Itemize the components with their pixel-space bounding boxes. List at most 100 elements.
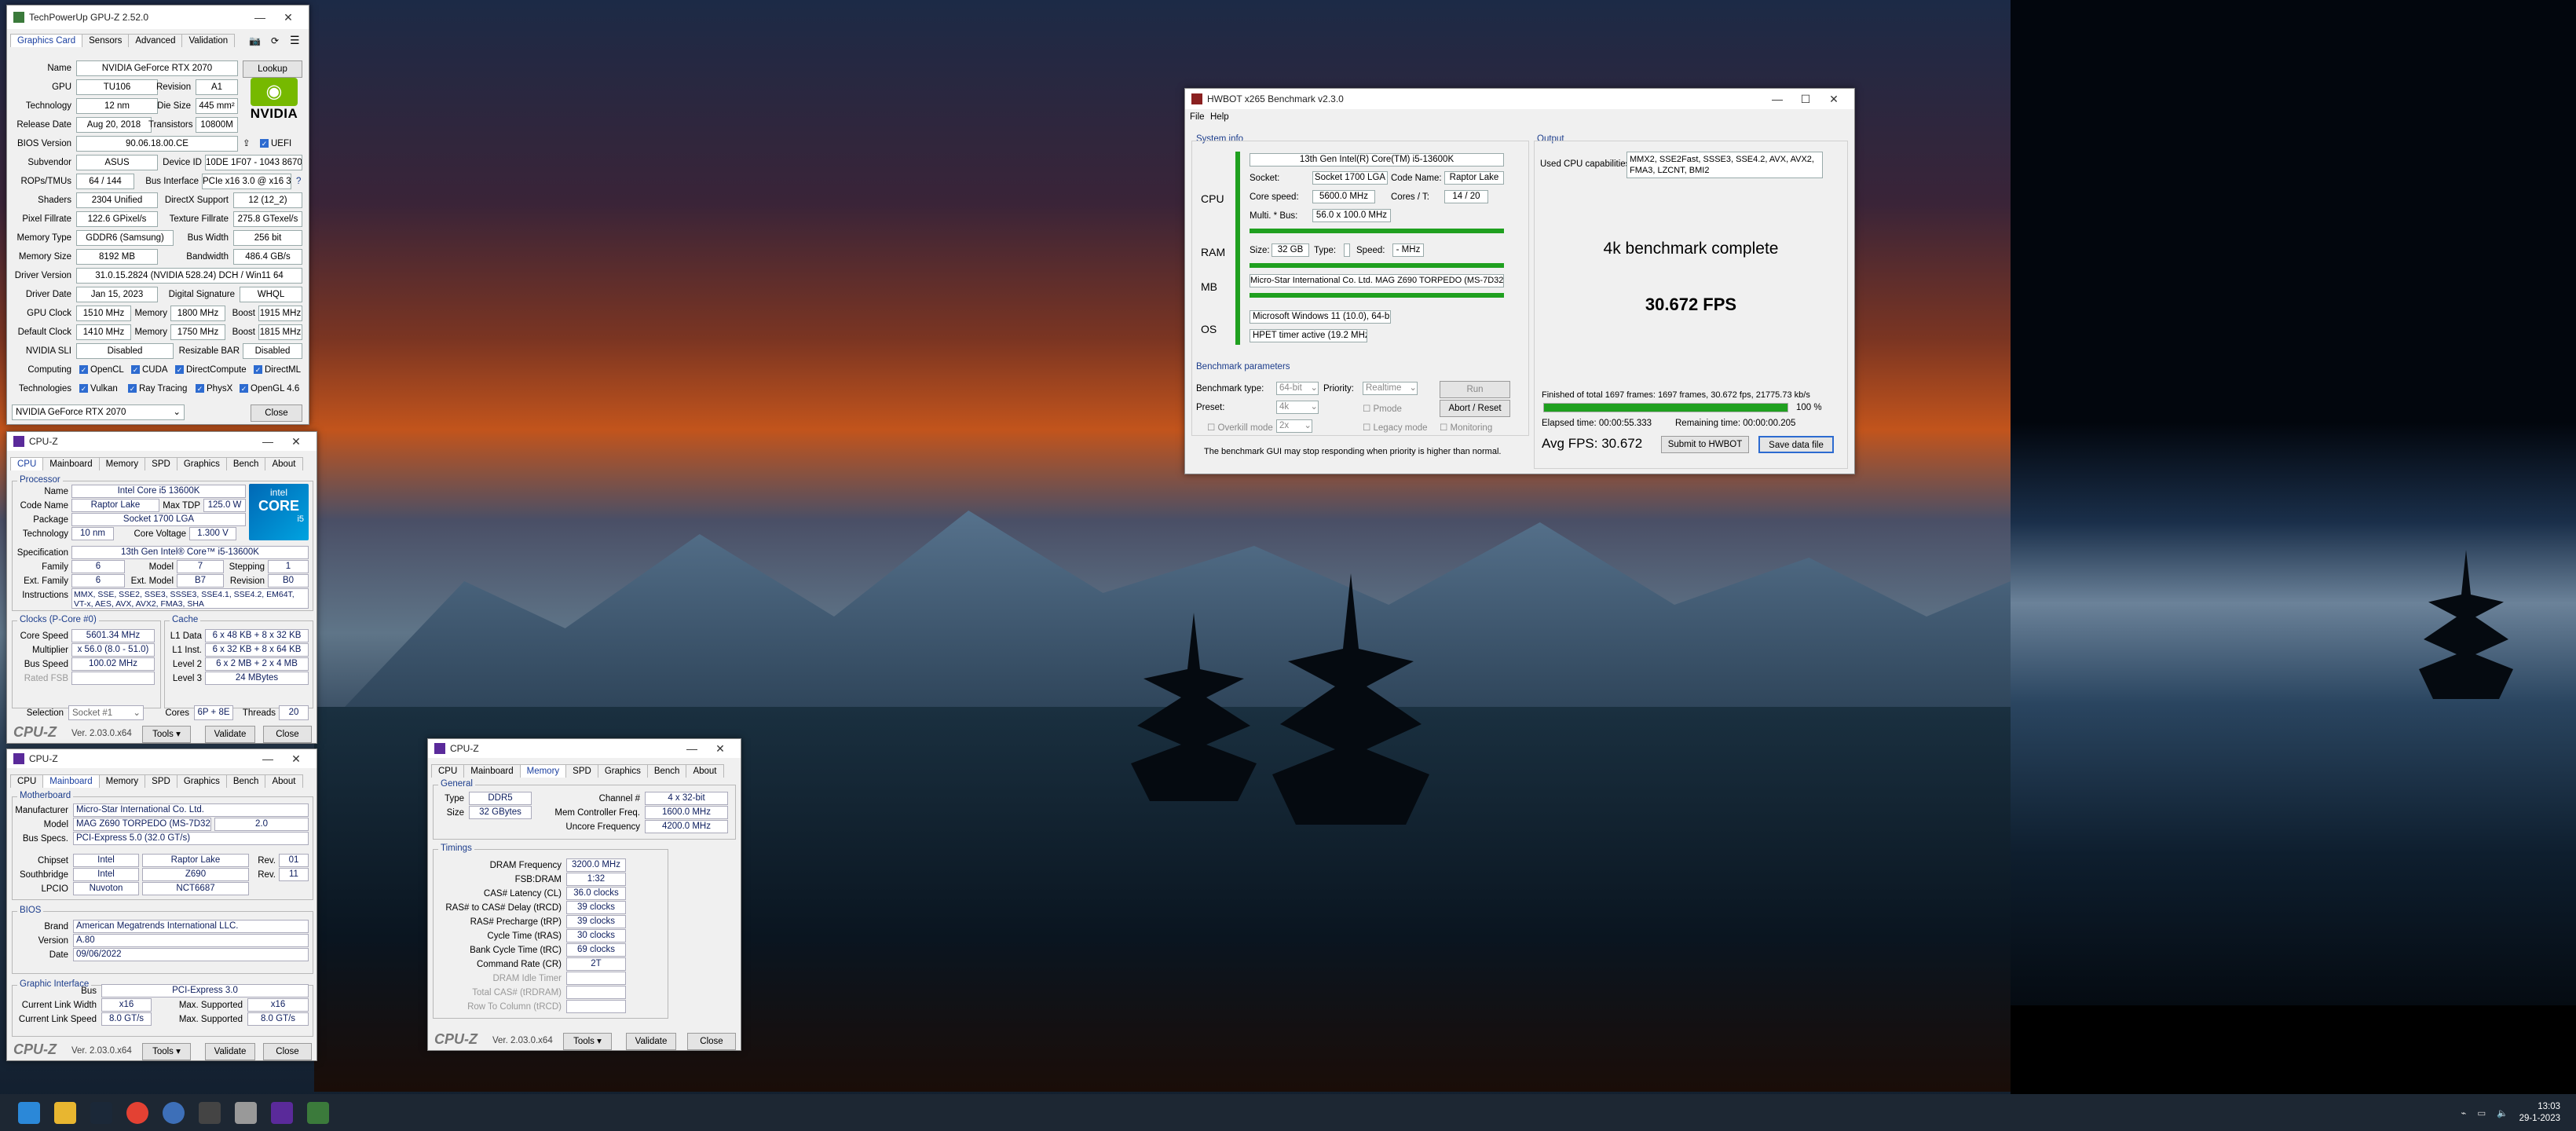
menu-help[interactable]: Help bbox=[1210, 112, 1229, 122]
gpuz-close-button[interactable]: Close bbox=[251, 404, 302, 422]
cpuz-taskbar-icon[interactable] bbox=[271, 1101, 293, 1124]
version-label: Ver. 2.03.0.x64 bbox=[71, 729, 132, 738]
share-icon[interactable]: ⇪ bbox=[243, 137, 251, 148]
cpuz-title: CPU-Z bbox=[29, 753, 58, 764]
link-width-field: x16 bbox=[101, 998, 152, 1012]
camera-icon[interactable]: 📷 bbox=[249, 35, 261, 46]
tab-spd[interactable]: SPD bbox=[145, 457, 177, 470]
tab-memory[interactable]: Memory bbox=[98, 457, 146, 470]
cpu-name-field: 13th Gen Intel(R) Core(TM) i5-13600K bbox=[1250, 153, 1504, 167]
preset-select[interactable]: 4k ⌄ bbox=[1276, 401, 1319, 414]
close-icon[interactable]: ✕ bbox=[274, 11, 302, 24]
tab-graphics[interactable]: Graphics bbox=[176, 457, 227, 470]
tools-button[interactable]: Tools ▾ bbox=[142, 726, 191, 743]
close-button[interactable]: Close bbox=[263, 1043, 312, 1060]
socket-select-dropdown[interactable]: Socket #1 ⌄ bbox=[68, 705, 144, 720]
tab-bench[interactable]: Bench bbox=[225, 774, 266, 788]
network-icon[interactable]: ⌁ bbox=[2461, 1107, 2466, 1118]
tab-memory[interactable]: Memory bbox=[519, 764, 567, 778]
file-explorer-icon[interactable] bbox=[54, 1101, 76, 1124]
cpuz-titlebar[interactable]: CPU-Z — ✕ bbox=[428, 739, 741, 758]
driver-date-field: Jan 15, 2023 bbox=[76, 287, 158, 302]
bus-width-field: 256 bit bbox=[233, 230, 302, 246]
steam-icon[interactable] bbox=[90, 1101, 112, 1124]
clock[interactable]: 13:03 29-1-2023 bbox=[2519, 1101, 2560, 1125]
tab-mainboard[interactable]: Mainboard bbox=[42, 457, 100, 470]
submit-to-hwbot-button[interactable]: Submit to HWBOT bbox=[1661, 436, 1749, 453]
tab-sensors[interactable]: Sensors bbox=[82, 34, 130, 47]
app-icon[interactable] bbox=[235, 1101, 257, 1124]
refresh-icon[interactable]: ⟳ bbox=[271, 35, 279, 46]
cpuz-titlebar[interactable]: CPU-Z — ✕ bbox=[7, 432, 317, 451]
tab-about[interactable]: About bbox=[265, 774, 303, 788]
tab-advanced[interactable]: Advanced bbox=[128, 34, 183, 47]
app-icon[interactable] bbox=[199, 1101, 221, 1124]
tools-button[interactable]: Tools ▾ bbox=[142, 1043, 191, 1060]
menu-icon[interactable]: ☰ bbox=[290, 34, 300, 47]
lookup-button[interactable]: Lookup bbox=[243, 60, 302, 78]
pmode-label: Pmode bbox=[1373, 404, 1402, 414]
display-icon[interactable]: ▭ bbox=[2477, 1107, 2486, 1118]
tab-spd[interactable]: SPD bbox=[145, 774, 177, 788]
legacy-mode-checkbox[interactable]: ☐ Legacy mode bbox=[1363, 422, 1428, 433]
tab-bench[interactable]: Bench bbox=[646, 764, 687, 778]
cpuz-memory-window: CPU-Z — ✕ CPU Mainboard Memory SPD Graph… bbox=[427, 738, 741, 1051]
overkill-mode-checkbox[interactable]: ☐ Overkill mode bbox=[1207, 422, 1273, 433]
tab-validation[interactable]: Validation bbox=[181, 34, 236, 47]
run-button[interactable]: Run bbox=[1440, 381, 1510, 398]
monitoring-checkbox[interactable]: ☐ Monitoring bbox=[1440, 422, 1492, 433]
tab-cpu[interactable]: CPU bbox=[10, 457, 44, 470]
tab-graphics-card[interactable]: Graphics Card bbox=[10, 34, 83, 47]
rops-field: 64 / 144 bbox=[76, 174, 134, 189]
tab-graphics[interactable]: Graphics bbox=[176, 774, 227, 788]
menu-file[interactable]: File bbox=[1190, 112, 1205, 122]
app-icon[interactable] bbox=[163, 1101, 185, 1124]
minimize-button[interactable]: — bbox=[254, 435, 282, 448]
close-icon[interactable]: ✕ bbox=[282, 435, 310, 448]
priority-select[interactable]: Realtime ⌄ bbox=[1363, 382, 1418, 395]
pmode-checkbox[interactable]: ☐ Pmode bbox=[1363, 403, 1402, 414]
windows-start-icon[interactable] bbox=[18, 1101, 40, 1124]
bus-help-button[interactable]: ? bbox=[296, 177, 301, 186]
validate-button[interactable]: Validate bbox=[205, 726, 255, 743]
tab-mainboard[interactable]: Mainboard bbox=[42, 774, 100, 788]
save-data-file-button[interactable]: Save data file bbox=[1758, 436, 1834, 453]
minimize-button[interactable]: — bbox=[246, 11, 274, 24]
chipset-rev-label: Rev. bbox=[258, 856, 276, 866]
overkill-select[interactable]: 2x ⌄ bbox=[1276, 419, 1312, 433]
benchmark-type-select[interactable]: 64-bit ⌄ bbox=[1276, 382, 1319, 395]
abort-reset-button[interactable]: Abort / Reset bbox=[1440, 400, 1510, 417]
gpuz-titlebar[interactable]: TechPowerUp GPU-Z 2.52.0 — ✕ bbox=[7, 5, 309, 29]
minimize-button[interactable]: — bbox=[678, 742, 706, 755]
cpuz-titlebar[interactable]: CPU-Z — ✕ bbox=[7, 749, 317, 768]
close-button[interactable]: Close bbox=[263, 726, 312, 743]
tab-cpu[interactable]: CPU bbox=[10, 774, 44, 788]
validate-button[interactable]: Validate bbox=[626, 1033, 676, 1050]
tab-graphics[interactable]: Graphics bbox=[597, 764, 648, 778]
tab-bench[interactable]: Bench bbox=[225, 457, 266, 470]
tab-cpu[interactable]: CPU bbox=[431, 764, 465, 778]
close-icon[interactable]: ✕ bbox=[282, 752, 310, 766]
close-button[interactable]: Close bbox=[687, 1033, 736, 1050]
gpu-select-dropdown[interactable]: NVIDIA GeForce RTX 2070 ⌄ bbox=[12, 404, 185, 420]
tab-memory[interactable]: Memory bbox=[98, 774, 146, 788]
tab-mainboard[interactable]: Mainboard bbox=[463, 764, 521, 778]
volume-icon[interactable]: 🔈 bbox=[2497, 1107, 2508, 1118]
minimize-button[interactable]: — bbox=[254, 752, 282, 765]
chevron-down-icon: ⌄ bbox=[133, 708, 141, 718]
maximize-button[interactable]: ☐ bbox=[1791, 93, 1820, 106]
hwbot-titlebar[interactable]: HWBOT x265 Benchmark v2.3.0 — ☐ ✕ bbox=[1185, 89, 1854, 109]
tools-button[interactable]: Tools ▾ bbox=[563, 1033, 612, 1050]
validate-button[interactable]: Validate bbox=[205, 1043, 255, 1060]
chrome-icon[interactable] bbox=[126, 1101, 148, 1124]
chipset-rev-field: 01 bbox=[279, 854, 309, 867]
tab-spd[interactable]: SPD bbox=[565, 764, 598, 778]
rated-fsb-label: Rated FSB bbox=[24, 674, 68, 683]
gpuz-title: TechPowerUp GPU-Z 2.52.0 bbox=[29, 12, 149, 23]
tab-about[interactable]: About bbox=[265, 457, 303, 470]
tab-about[interactable]: About bbox=[686, 764, 724, 778]
minimize-button[interactable]: — bbox=[1763, 93, 1791, 105]
close-icon[interactable]: ✕ bbox=[1820, 93, 1848, 106]
close-icon[interactable]: ✕ bbox=[706, 742, 734, 756]
gpuz-taskbar-icon[interactable] bbox=[307, 1101, 329, 1124]
